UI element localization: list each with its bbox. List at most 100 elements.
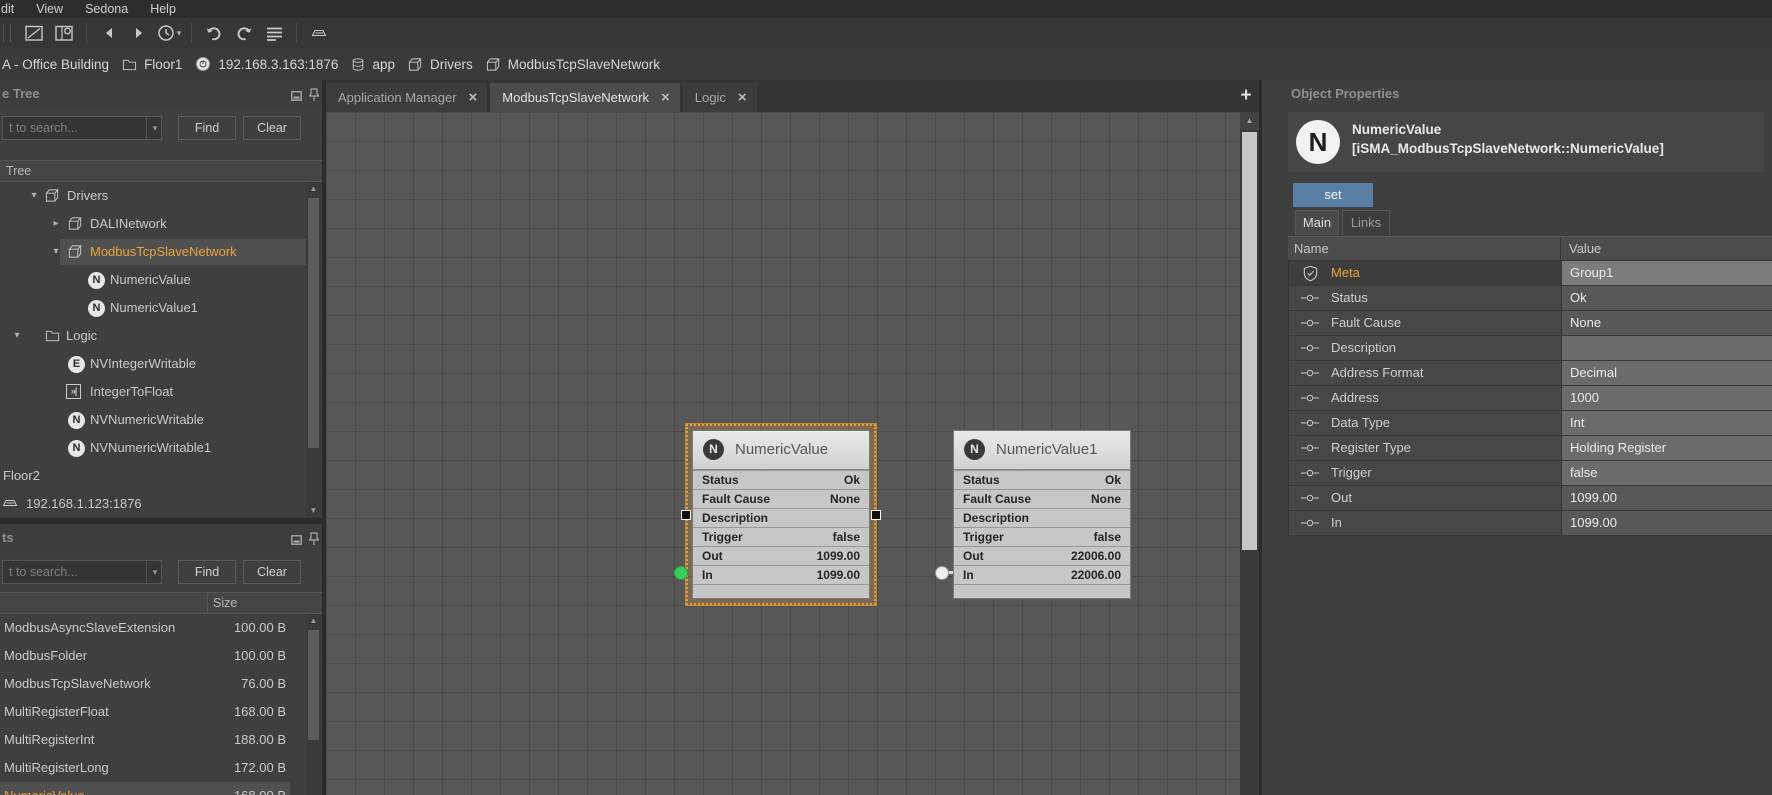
kits-search-input[interactable] <box>2 560 162 584</box>
panel-edit-button[interactable] <box>19 21 49 45</box>
property-row-out[interactable]: Out1099.00 <box>1289 486 1772 511</box>
wire-sheet-canvas[interactable]: NNumericValueStatusOkFault CauseNoneDesc… <box>326 112 1240 795</box>
property-row-address[interactable]: Address1000 <box>1289 386 1772 411</box>
tree-item-nvnumericwritable[interactable]: NNVNumericWritable <box>0 406 306 434</box>
properties-tab-main[interactable]: Main <box>1295 210 1339 235</box>
tree-clear-button[interactable]: Clear <box>243 116 301 140</box>
breadcrumb-item-app[interactable]: app <box>351 57 395 72</box>
breadcrumb-item-floor1[interactable]: Floor1 <box>122 57 182 72</box>
tree-item-nvintegerwritable[interactable]: ENVIntegerWritable <box>0 350 306 378</box>
kits-scrollbar[interactable]: ▲ <box>306 614 321 795</box>
property-value[interactable]: Holding Register <box>1561 436 1772 460</box>
kits-scroll-thumb[interactable] <box>308 630 319 740</box>
scroll-up-icon[interactable]: ▲ <box>306 614 321 628</box>
canvas-scroll-thumb[interactable] <box>1242 132 1257 550</box>
scroll-down-icon[interactable]: ▼ <box>306 504 321 518</box>
property-value[interactable]: Int <box>1561 411 1772 435</box>
nav-back-button[interactable] <box>94 21 124 45</box>
search-dropdown-caret-icon[interactable]: ▾ <box>146 117 163 139</box>
history-button[interactable]: ▾ <box>154 21 184 45</box>
search-dropdown-caret-icon[interactable]: ▾ <box>146 561 163 583</box>
panel-find-button[interactable] <box>49 21 79 45</box>
restore-panel-icon[interactable] <box>291 532 302 550</box>
kit-row-numericvalue[interactable]: NumericValue168.00 B <box>0 782 306 795</box>
nav-forward-button[interactable] <box>124 21 154 45</box>
station-button[interactable] <box>304 21 334 45</box>
restore-panel-icon[interactable] <box>291 88 302 106</box>
menu-item-help[interactable]: Help <box>149 2 177 16</box>
close-icon[interactable]: × <box>661 91 670 105</box>
expander-open-icon[interactable]: ▾ <box>10 322 24 350</box>
close-icon[interactable]: × <box>738 91 747 105</box>
canvas-scrollbar[interactable]: ▲ <box>1240 112 1259 795</box>
pin-icon[interactable] <box>309 88 319 107</box>
menu-item-dit[interactable]: dit <box>0 2 15 16</box>
tree-item-numericvalue1[interactable]: NNumericValue1 <box>0 294 306 322</box>
property-row-status[interactable]: StatusOk <box>1289 286 1772 311</box>
property-row-register-type[interactable]: Register TypeHolding Register <box>1289 436 1772 461</box>
property-row-meta[interactable]: MetaGroup1 <box>1289 261 1772 286</box>
toolbar-grip[interactable] <box>3 24 11 42</box>
kit-row-multiregisterfloat[interactable]: MultiRegisterFloat168.00 B <box>0 698 306 726</box>
pin-icon[interactable] <box>309 532 319 551</box>
set-button[interactable]: set <box>1293 183 1373 207</box>
tab-modbustcpslavenetwork[interactable]: ModbusTcpSlaveNetwork× <box>490 83 679 112</box>
scroll-up-icon[interactable]: ▲ <box>1240 112 1259 130</box>
kit-row-modbusfolder[interactable]: ModbusFolder100.00 B <box>0 642 306 670</box>
resize-handle-left[interactable] <box>681 510 691 520</box>
menu-item-view[interactable]: View <box>35 2 64 16</box>
kit-row-multiregisterint[interactable]: MultiRegisterInt188.00 B <box>0 726 306 754</box>
tree-item-dalinetwork[interactable]: ▸DALINetwork <box>0 210 306 238</box>
property-row-address-format[interactable]: Address FormatDecimal <box>1289 361 1772 386</box>
property-row-data-type[interactable]: Data TypeInt <box>1289 411 1772 436</box>
undo-button[interactable] <box>199 21 229 45</box>
breadcrumb-item-modbustcpslavenetwork[interactable]: ModbusTcpSlaveNetwork <box>486 57 660 72</box>
redo-button[interactable] <box>229 21 259 45</box>
property-value[interactable]: 1099.00 <box>1561 486 1772 510</box>
resize-handle-right[interactable] <box>871 510 881 520</box>
expander-closed-icon[interactable]: ▸ <box>49 210 63 238</box>
property-value[interactable]: 1000 <box>1561 386 1772 410</box>
property-row-description[interactable]: Description <box>1289 336 1772 361</box>
property-value[interactable]: Decimal <box>1561 361 1772 385</box>
input-port-icon[interactable] <box>935 566 949 580</box>
tree-search-input[interactable] <box>2 116 162 140</box>
close-icon[interactable]: × <box>469 91 478 105</box>
menu-item-sedona[interactable]: Sedona <box>84 2 129 16</box>
input-port-connected-icon[interactable] <box>674 566 688 580</box>
kit-row-modbustcpslavenetwork[interactable]: ModbusTcpSlaveNetwork76.00 B <box>0 670 306 698</box>
tree-scrollbar[interactable]: ▲ ▼ <box>306 182 321 518</box>
tab-application-manager[interactable]: Application Manager× <box>326 83 487 112</box>
kit-row-modbusasyncslaveextension[interactable]: ModbusAsyncSlaveExtension100.00 B <box>0 614 306 642</box>
tree-find-button[interactable]: Find <box>178 116 236 140</box>
property-value[interactable]: false <box>1561 461 1772 485</box>
breadcrumb-item-192-168-3-163-1876[interactable]: 192.168.3.163:1876 <box>195 56 338 72</box>
tree-item-floor2[interactable]: Floor2 <box>0 462 306 490</box>
tree-item-integertofloat[interactable]: »|IntegerToFloat <box>0 378 306 406</box>
tree-item-nvnumericwritable1[interactable]: NNVNumericWritable1 <box>0 434 306 462</box>
tree-item-logic[interactable]: ▾Logic <box>0 322 306 350</box>
property-value[interactable]: Group1 <box>1561 261 1772 285</box>
tree-item-drivers[interactable]: ▾Drivers <box>0 182 306 210</box>
property-value[interactable]: Ok <box>1561 286 1772 310</box>
column-divider[interactable] <box>207 593 208 613</box>
breadcrumb-item-drivers[interactable]: Drivers <box>408 57 473 72</box>
property-value[interactable]: 1099.00 <box>1561 511 1772 535</box>
property-row-fault-cause[interactable]: Fault CauseNone <box>1289 311 1772 336</box>
tree-item-numericvalue[interactable]: NNumericValue <box>0 266 306 294</box>
new-tab-button[interactable]: + <box>1235 84 1257 108</box>
property-row-trigger[interactable]: Triggerfalse <box>1289 461 1772 486</box>
node-numericvalue[interactable]: NNumericValueStatusOkFault CauseNoneDesc… <box>692 430 870 599</box>
expander-open-icon[interactable]: ▾ <box>27 182 41 210</box>
property-value[interactable] <box>1561 336 1772 360</box>
kit-row-multiregisterlong[interactable]: MultiRegisterLong172.00 B <box>0 754 306 782</box>
kits-find-button[interactable]: Find <box>178 560 236 584</box>
tab-logic[interactable]: Logic× <box>683 83 757 112</box>
tree-scroll-thumb[interactable] <box>308 198 319 448</box>
expander-open-icon[interactable]: ▾ <box>49 238 63 266</box>
tree-item-modbustcpslavenetwork[interactable]: ▾ModbusTcpSlaveNetwork <box>0 238 306 266</box>
kits-clear-button[interactable]: Clear <box>243 560 301 584</box>
breadcrumb-item-a-office-building[interactable]: A - Office Building <box>2 57 109 72</box>
property-row-in[interactable]: In1099.00 <box>1289 511 1772 536</box>
properties-tab-links[interactable]: Links <box>1342 210 1390 235</box>
